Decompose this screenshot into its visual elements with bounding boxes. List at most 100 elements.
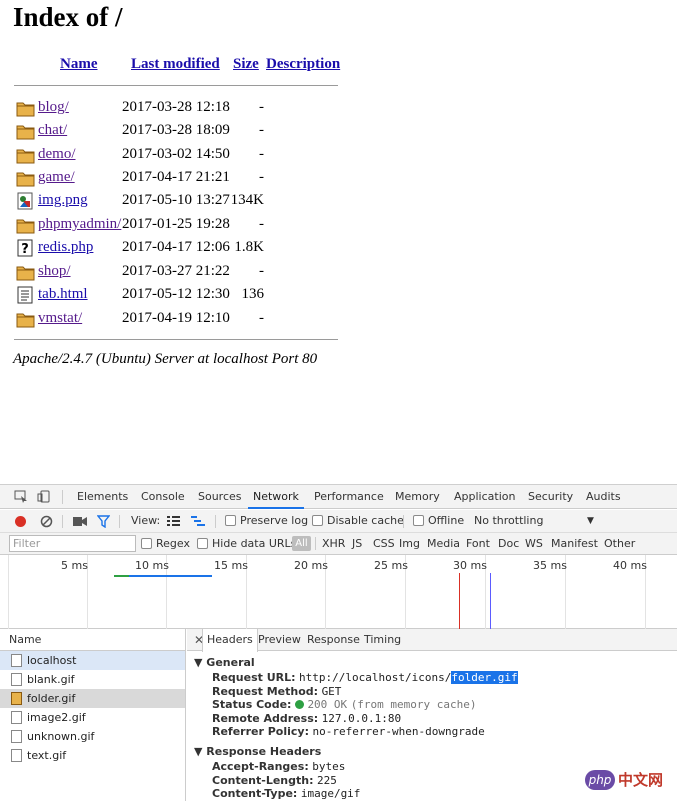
hide-data-urls-checkbox[interactable]: Hide data URLs xyxy=(197,537,296,551)
column-header-size[interactable]: Size xyxy=(233,55,259,73)
filter-input[interactable]: Filter xyxy=(9,535,136,552)
tab-response[interactable]: Response xyxy=(307,629,360,651)
tab-memory[interactable]: Memory xyxy=(395,485,440,509)
clear-icon[interactable] xyxy=(40,515,53,528)
disable-cache-checkbox[interactable]: Disable cache xyxy=(312,514,404,528)
request-row[interactable]: text.gif xyxy=(0,746,185,765)
tab-console[interactable]: Console xyxy=(141,485,185,509)
tab-performance[interactable]: Performance xyxy=(314,485,384,509)
name-column-header[interactable]: Name xyxy=(0,629,186,651)
filter-type-ws[interactable]: WS xyxy=(525,537,543,551)
file-link[interactable]: blog/ xyxy=(38,98,69,117)
filter-type-css[interactable]: CSS xyxy=(373,537,395,551)
filter-type-doc[interactable]: Doc xyxy=(498,537,519,551)
file-link[interactable]: redis.php xyxy=(38,238,93,257)
filter-type-all[interactable]: All xyxy=(292,536,311,551)
chevron-down-icon[interactable]: ▼ xyxy=(194,745,206,758)
tab-elements[interactable]: Elements xyxy=(77,485,128,509)
request-name: unknown.gif xyxy=(27,730,95,743)
record-icon[interactable] xyxy=(14,515,27,528)
file-link[interactable]: phpmyadmin/ xyxy=(38,215,121,234)
tab-timing[interactable]: Timing xyxy=(364,629,401,651)
column-header-last-modified[interactable]: Last modified xyxy=(131,55,220,73)
preserve-log-checkbox[interactable]: Preserve log xyxy=(225,514,308,528)
filter-type-xhr[interactable]: XHR xyxy=(322,537,345,551)
network-toolbar: View: Preserve log Disable cache Offline… xyxy=(0,510,677,533)
timeline-label: 15 ms xyxy=(214,559,248,572)
waterfall-overview-icon[interactable] xyxy=(191,516,205,527)
file-link[interactable]: game/ xyxy=(38,168,75,187)
timeline-label: 25 ms xyxy=(374,559,408,572)
file-link[interactable]: img.png xyxy=(38,191,88,210)
offline-checkbox[interactable]: Offline xyxy=(413,514,464,528)
chevron-down-icon[interactable]: ▼ xyxy=(194,656,206,669)
folder-icon xyxy=(16,172,35,187)
filter-type-js[interactable]: JS xyxy=(352,537,362,551)
chevron-down-icon[interactable]: ▼ xyxy=(587,514,594,528)
file-modified: 2017-03-28 12:18 xyxy=(122,99,230,115)
large-rows-icon[interactable] xyxy=(167,516,180,527)
filter-icon[interactable] xyxy=(97,515,110,528)
file-modified: 2017-04-17 21:21 xyxy=(122,169,230,185)
header-key: Content-Type: xyxy=(212,787,298,800)
filter-type-media[interactable]: Media xyxy=(427,537,460,551)
file-size: - xyxy=(259,99,264,115)
view-label: View: xyxy=(131,514,161,527)
device-toolbar-icon[interactable] xyxy=(37,490,51,503)
checkbox-icon[interactable] xyxy=(225,515,236,526)
filter-type-manifest[interactable]: Manifest xyxy=(551,537,598,551)
column-header-name[interactable]: Name xyxy=(60,55,98,73)
tab-preview[interactable]: Preview xyxy=(258,629,301,651)
file-modified: 2017-05-12 12:30 xyxy=(122,286,230,302)
request-row[interactable]: unknown.gif xyxy=(0,727,185,746)
header-key: Referrer Policy: xyxy=(212,725,309,738)
request-row[interactable]: image2.gif xyxy=(0,708,185,727)
tab-network[interactable]: Network xyxy=(248,485,304,509)
tab-application[interactable]: Application xyxy=(454,485,515,509)
filter-type-font[interactable]: Font xyxy=(466,537,490,551)
watermark-text: 中文网 xyxy=(618,771,664,789)
timeline-overview[interactable]: 5 ms 10 ms 15 ms 20 ms 25 ms 30 ms 35 ms… xyxy=(0,555,677,629)
request-row[interactable]: blank.gif xyxy=(0,670,185,689)
throttling-select[interactable]: No throttling xyxy=(474,514,543,528)
general-section-toggle[interactable]: ▼ General xyxy=(194,656,255,670)
text-file-icon xyxy=(17,286,33,304)
tab-sources[interactable]: Sources xyxy=(198,485,242,509)
request-method-row: Request Method: GET xyxy=(212,685,341,699)
file-size: - xyxy=(259,216,264,232)
folder-icon xyxy=(16,313,35,328)
list-item: phpmyadmin/ 2017-01-25 19:28 - xyxy=(14,215,344,235)
section-title: General xyxy=(206,656,255,669)
regex-checkbox[interactable]: Regex xyxy=(141,537,190,551)
checkbox-icon[interactable] xyxy=(312,515,323,526)
checkbox-icon[interactable] xyxy=(413,515,424,526)
response-headers-section-toggle[interactable]: ▼ Response Headers xyxy=(194,745,321,759)
tab-headers[interactable]: Headers xyxy=(202,629,258,652)
file-link[interactable]: shop/ xyxy=(38,262,71,281)
devtools-tab-bar: Elements Console Sources Network Perform… xyxy=(0,485,677,509)
request-row[interactable]: localhost xyxy=(0,651,185,670)
checkbox-icon[interactable] xyxy=(141,538,152,549)
tab-audits[interactable]: Audits xyxy=(586,485,621,509)
filter-type-img[interactable]: Img xyxy=(399,537,420,551)
file-size: - xyxy=(259,146,264,162)
unknown-file-icon: ? xyxy=(17,239,33,257)
svg-text:?: ? xyxy=(21,242,29,257)
header-value: 127.0.0.1:80 xyxy=(321,711,402,725)
header-key: Accept-Ranges: xyxy=(212,760,309,773)
filter-type-other[interactable]: Other xyxy=(604,537,635,551)
inspect-element-icon[interactable] xyxy=(14,490,28,503)
tab-security[interactable]: Security xyxy=(528,485,573,509)
content-length-row: Content-Length: 225 xyxy=(212,774,337,788)
file-link[interactable]: vmstat/ xyxy=(38,309,82,328)
file-link[interactable]: chat/ xyxy=(38,121,67,140)
list-item: ? redis.php 2017-04-17 12:06 1.8K xyxy=(14,238,344,258)
gridline xyxy=(8,555,9,629)
checkbox-icon[interactable] xyxy=(197,538,208,549)
screenshot-capture-icon[interactable] xyxy=(73,516,87,527)
regex-label: Regex xyxy=(156,537,190,550)
file-link[interactable]: tab.html xyxy=(38,285,88,304)
column-header-description[interactable]: Description xyxy=(266,55,340,73)
file-link[interactable]: demo/ xyxy=(38,145,76,164)
request-row[interactable]: folder.gif xyxy=(0,689,185,708)
